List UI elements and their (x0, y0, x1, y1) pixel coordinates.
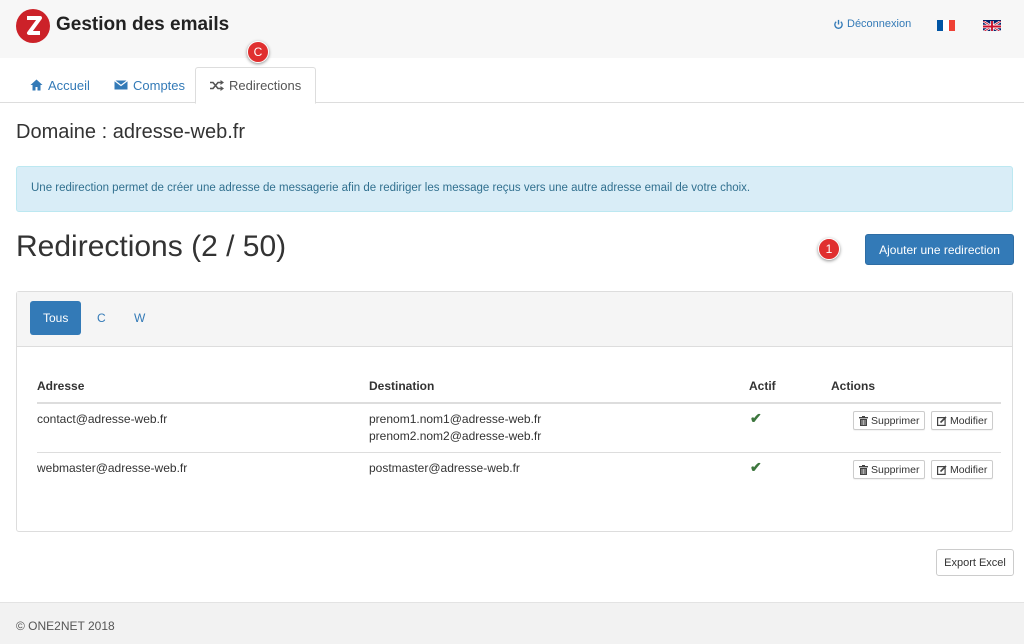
flag-fr-icon[interactable] (937, 20, 955, 31)
tab-label: Redirections (229, 78, 302, 93)
main-tabs: Accueil Comptes Redirections (0, 58, 1024, 104)
edit-button[interactable]: Modifier (931, 411, 994, 430)
footer-copyright: © ONE2NET 2018 (16, 619, 115, 633)
column-header-destination: Destination (369, 379, 435, 393)
section-title: Redirections (2 / 50) (16, 230, 287, 263)
tab-redirections[interactable]: Redirections (195, 67, 317, 104)
redirections-panel: Tous C W Adresse Destination Actif Actio… (16, 291, 1013, 532)
filter-bar: Tous C W (17, 292, 1012, 347)
row-address: contact@adresse-web.fr (37, 412, 168, 426)
tab-accueil[interactable]: Accueil (16, 67, 104, 103)
filter-c[interactable]: C (84, 301, 119, 335)
delete-button[interactable]: Supprimer (853, 460, 926, 479)
flag-en-icon[interactable] (983, 20, 1001, 31)
column-header-address: Adresse (37, 379, 85, 393)
shuffle-icon (210, 80, 224, 91)
tab-label: Comptes (133, 77, 186, 93)
trash-icon (859, 415, 868, 426)
logout-label: Déconnexion (847, 18, 912, 30)
row-divider (37, 452, 1001, 453)
envelope-icon (114, 80, 128, 90)
edit-button[interactable]: Modifier (931, 460, 994, 479)
trash-icon (859, 464, 868, 475)
delete-button[interactable]: Supprimer (853, 411, 926, 430)
active-check-icon: ✔ (750, 410, 762, 426)
filter-tous[interactable]: Tous (30, 301, 82, 335)
power-icon (834, 19, 843, 29)
export-excel-button[interactable]: Export Excel (936, 549, 1014, 576)
edit-label: Modifier (950, 414, 988, 427)
filter-w[interactable]: W (121, 301, 158, 335)
annotation-badge-c: C (247, 41, 269, 63)
tab-label: Accueil (48, 77, 90, 93)
add-redirection-button[interactable]: Ajouter une redirection (865, 234, 1014, 265)
logout-link[interactable]: Déconnexion (833, 18, 911, 30)
home-icon (30, 79, 43, 91)
top-bar: Gestion des emails Déconnexion (0, 0, 1024, 58)
annotation-badge-1: 1 (818, 238, 840, 260)
delete-label: Supprimer (871, 414, 920, 427)
row-address: webmaster@adresse-web.fr (37, 461, 188, 475)
active-check-icon: ✔ (750, 459, 762, 475)
edit-icon (937, 415, 947, 426)
brand-logo (16, 9, 50, 43)
delete-label: Supprimer (871, 463, 920, 476)
domain-title: Domaine : adresse-web.fr (16, 121, 245, 143)
info-alert: Une redirection permet de créer une adre… (16, 166, 1013, 212)
footer: © ONE2NET 2018 (0, 602, 1024, 644)
edit-icon (937, 464, 947, 475)
row-destination: prenom1.nom1@adresse-web.fr (369, 412, 542, 426)
table-header-divider (37, 402, 1001, 404)
tab-comptes[interactable]: Comptes (100, 67, 199, 103)
column-header-active: Actif (749, 379, 776, 393)
row-destination: postmaster@adresse-web.fr (369, 461, 520, 475)
column-header-actions: Actions (831, 379, 876, 393)
app-title: Gestion des emails (56, 14, 230, 35)
row-destination: prenom2.nom2@adresse-web.fr (369, 429, 542, 443)
edit-label: Modifier (950, 463, 988, 476)
